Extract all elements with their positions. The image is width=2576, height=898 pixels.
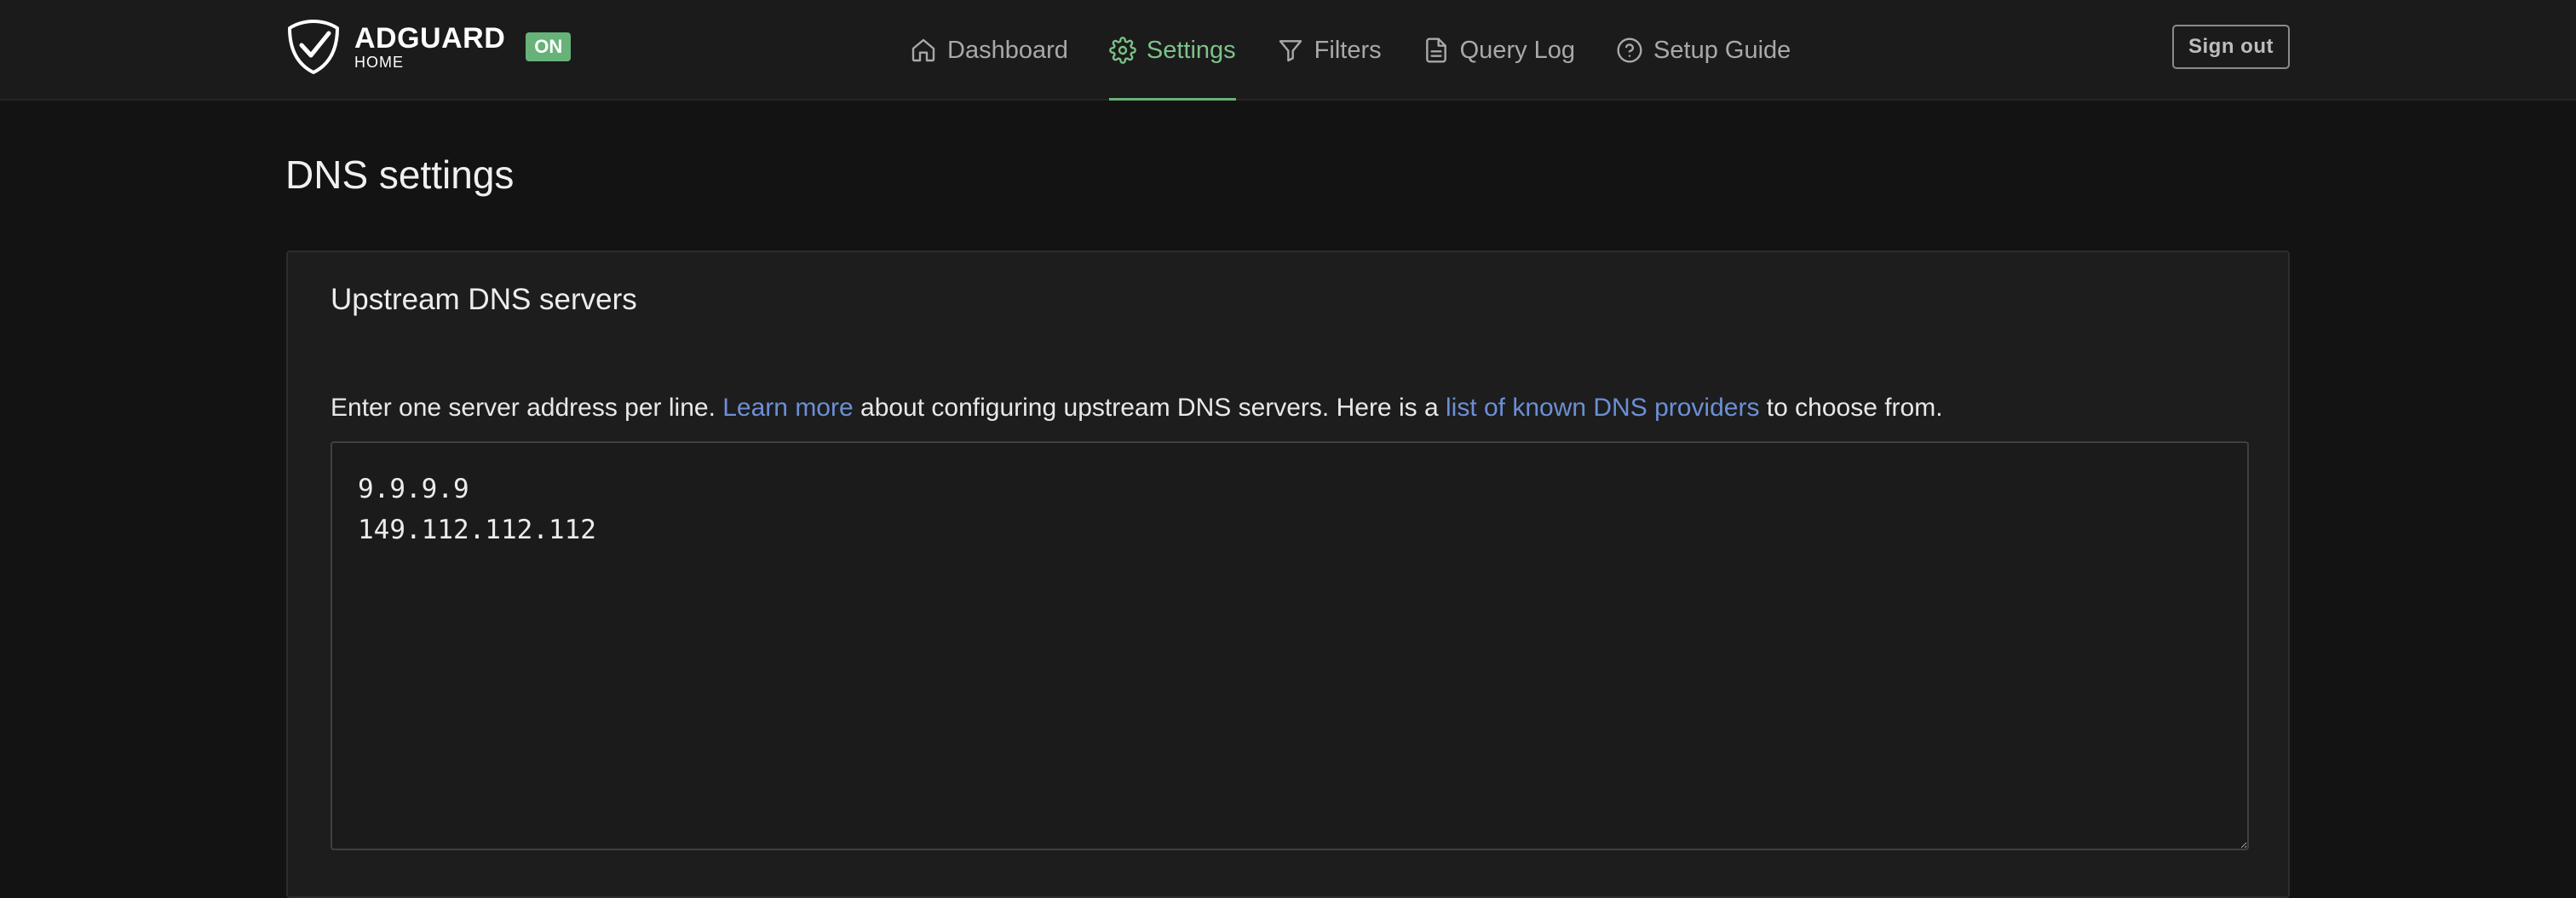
document-icon [1425, 37, 1446, 63]
upstream-servers-textarea[interactable]: 9.9.9.9 149.112.112.112 [331, 441, 2249, 850]
main-nav: Dashboard Settings Filters Query Log Set… [910, 0, 1791, 101]
nav-dashboard[interactable]: Dashboard [910, 0, 1068, 101]
nav-setup-guide[interactable]: Setup Guide [1616, 0, 1791, 101]
desc-prefix: Enter one server address per line. [331, 394, 723, 422]
home-icon [911, 38, 935, 62]
card-title: Upstream DNS servers [331, 283, 637, 316]
top-header: ADGUARD HOME ON Dashboard Settings Filte… [0, 0, 2576, 101]
sign-out-button[interactable]: Sign out [2172, 25, 2290, 69]
status-badge: ON [526, 32, 572, 61]
dns-providers-link[interactable]: list of known DNS providers [1446, 394, 1759, 422]
nav-dashboard-label: Dashboard [947, 36, 1068, 64]
help-circle-icon [1617, 37, 1642, 63]
desc-middle: about configuring upstream DNS servers. … [853, 394, 1446, 422]
desc-suffix: to choose from. [1759, 394, 1943, 422]
nav-settings-label: Settings [1146, 36, 1236, 64]
upstream-dns-card: Upstream DNS servers Enter one server ad… [286, 250, 2290, 898]
filter-icon [1279, 40, 1302, 62]
nav-setup-guide-label: Setup Guide [1653, 36, 1791, 64]
nav-query-log-label: Query Log [1459, 36, 1576, 64]
nav-settings[interactable]: Settings [1108, 0, 1236, 101]
page-title: DNS settings [285, 153, 515, 197]
shield-check-icon [288, 20, 339, 74]
gear-icon [1109, 37, 1136, 64]
nav-query-log[interactable]: Query Log [1423, 0, 1575, 101]
adguard-logo[interactable]: ADGUARD HOME ON [285, 17, 572, 77]
nav-filters[interactable]: Filters [1277, 0, 1382, 101]
nav-filters-label: Filters [1314, 36, 1382, 64]
upstream-description: Enter one server address per line. Learn… [331, 394, 1943, 423]
logo-title: ADGUARD [354, 22, 506, 55]
learn-more-link[interactable]: Learn more [722, 394, 853, 422]
logo-subtitle: HOME [354, 54, 404, 71]
